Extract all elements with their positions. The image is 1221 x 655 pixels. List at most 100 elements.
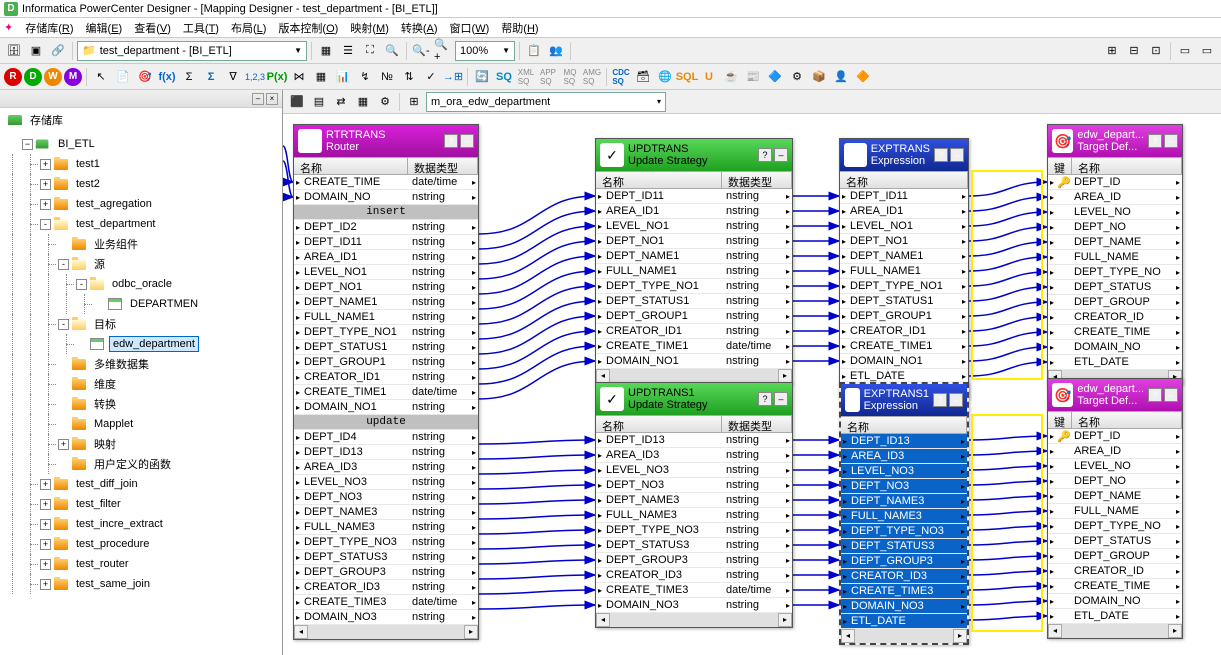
port-row[interactable]: ▸DEPT_TYPE_NO▸ [1048,265,1182,280]
menu-item[interactable]: 版本控制(O) [272,18,344,38]
port-row[interactable]: ▸DOMAIN_NO▸ [1048,340,1182,355]
port-row[interactable]: ▸DEPT_STATUS▸ [1048,534,1182,549]
tb-link-icon[interactable]: 🔗 [48,41,68,61]
tree-item[interactable]: 转换 [4,394,282,414]
tree-item[interactable]: +test_diff_join [4,474,282,494]
port-row[interactable]: ▸FULL_NAME▸ [1048,250,1182,265]
menu-item[interactable]: 窗口(W) [444,18,496,38]
port-row[interactable]: ▸DEPT_NO▸ [1048,220,1182,235]
scroll-right-icon[interactable]: ▸ [778,613,792,627]
port-row[interactable]: ▸LEVEL_NO3▸ [841,464,967,479]
trans-exptrans[interactable]: fxEXPTRANSExpression?–名称▸DEPT_ID11▸▸AREA… [839,138,969,399]
trans-min-icon[interactable]: – [949,393,963,407]
trans-min-icon[interactable]: – [460,134,474,148]
port-row[interactable]: ▸LEVEL_NO1nstring▸ [596,219,792,234]
port-row[interactable]: ▸DEPT_STATUS3▸ [841,539,967,554]
port-row[interactable]: ▸CREATE_TIMEdate/time▸ [294,175,478,190]
scroll-left-icon[interactable]: ◂ [1048,624,1062,638]
port-row[interactable]: ▸DEPT_STATUS▸ [1048,280,1182,295]
port-row[interactable]: ▸DEPT_TYPE_NO3nstring▸ [596,523,792,538]
port-row[interactable]: ▸DOMAIN_NO1▸ [840,354,968,369]
port-row[interactable]: ▸CREATOR_ID3nstring▸ [294,580,478,595]
port-row[interactable]: ▸DEPT_STATUS3nstring▸ [294,550,478,565]
port-row[interactable]: ▸DOMAIN_NOnstring▸ [294,190,478,205]
port-row[interactable]: ▸DOMAIN_NO1nstring▸ [294,400,478,415]
tb-java-icon[interactable]: ☕ [721,67,741,87]
port-row[interactable]: ▸DEPT_NAME▸ [1048,489,1182,504]
tb-refresh-icon[interactable]: 🔄 [472,67,492,87]
tree-item[interactable]: 维度 [4,374,282,394]
port-row[interactable]: ▸DEPT_TYPE_NO3nstring▸ [294,535,478,550]
trans-target2[interactable]: 🎯edw_depart...Target Def...?–键名称▸🔑DEPT_I… [1047,378,1183,639]
tree-item[interactable]: +test_procedure [4,534,282,554]
canvas-mapping-combo[interactable]: m_ora_edw_department ▾ [426,92,666,112]
port-row[interactable]: ▸DEPT_GROUP▸ [1048,549,1182,564]
port-row[interactable]: ▸LEVEL_NO▸ [1048,205,1182,220]
port-row[interactable]: ▸DEPT_GROUP3▸ [841,554,967,569]
ct-gear-icon[interactable]: ⚙ [375,92,395,112]
port-row[interactable]: ▸DEPT_GROUP3nstring▸ [596,553,792,568]
zoom-combo[interactable]: 100% ▼ [455,41,515,61]
tb-fx-icon[interactable]: f(x) [157,67,177,87]
port-row[interactable]: insert [294,205,478,220]
port-row[interactable]: ▸DEPT_NO3nstring▸ [596,478,792,493]
tb-filter-icon[interactable]: ∇ [223,67,243,87]
port-row[interactable]: ▸CREATOR_ID▸ [1048,564,1182,579]
tb-repo-icon[interactable]: 🗄 [4,41,24,61]
tree-item[interactable]: +映射 [4,434,282,454]
port-row[interactable]: ▸FULL_NAME▸ [1048,504,1182,519]
tb-zoomin-icon[interactable]: 🔍+ [433,41,453,61]
port-row[interactable]: ▸CREATE_TIME3date/time▸ [596,583,792,598]
trans-help-icon[interactable]: ? [758,392,772,406]
port-row[interactable]: ▸AREA_ID1nstring▸ [596,204,792,219]
scroll-left-icon[interactable]: ◂ [294,625,308,639]
port-row[interactable]: ▸CREATE_TIME1date/time▸ [596,339,792,354]
tb-cdc-icon[interactable]: CDCSQ [611,67,631,87]
tb-cursor-icon[interactable]: ↖ [91,67,111,87]
scroll-left-icon[interactable]: ◂ [841,629,855,643]
tree-item[interactable]: +test_filter [4,494,282,514]
tb-mq-icon[interactable]: MQSQ [560,67,580,87]
port-row[interactable]: ▸ETL_DATE▸ [1048,355,1182,370]
tree-item[interactable]: -源 [4,254,282,274]
menu-item[interactable]: 转换(A) [395,18,444,38]
tree-item[interactable]: 业务组件 [4,234,282,254]
port-row[interactable]: ▸ETL_DATE▸ [1048,609,1182,624]
tree-item[interactable]: -odbc_oracle [4,274,282,294]
menu-item[interactable]: 编辑(E) [80,18,129,38]
trans-help-icon[interactable]: ? [1148,388,1162,402]
port-row[interactable]: ▸DEPT_ID13nstring▸ [596,433,792,448]
port-row[interactable]: ▸DEPT_NAME3nstring▸ [294,505,478,520]
tb-sort-icon[interactable]: ⇅ [399,67,419,87]
port-row[interactable]: ▸CREATOR_ID▸ [1048,310,1182,325]
repo-tree[interactable]: − BI_ETL +test1+test2+test_agregation-te… [0,132,282,655]
tree-item[interactable]: +test_incre_extract [4,514,282,534]
port-row[interactable]: ▸CREATE_TIME1▸ [840,339,968,354]
scroll-right-icon[interactable]: ▸ [953,629,967,643]
port-row[interactable]: ▸DEPT_TYPE_NO1nstring▸ [596,279,792,294]
tb-m-icon[interactable]: M [64,68,82,86]
scroll-right-icon[interactable]: ▸ [778,369,792,383]
port-row[interactable]: ▸FULL_NAME1▸ [840,264,968,279]
port-row[interactable]: ▸🔑DEPT_ID▸ [1048,175,1182,190]
tb-norm-icon[interactable]: ▦ [311,67,331,87]
tb-md-icon[interactable]: 🔷 [765,67,785,87]
trans-help-icon[interactable]: ? [444,134,458,148]
tb-app-icon[interactable]: APPSQ [538,67,558,87]
sidebar-close-icon[interactable]: × [266,93,278,105]
tb-d-icon[interactable]: D [24,68,42,86]
tb-a5-icon[interactable]: ▭ [1197,41,1217,61]
trans-help-icon[interactable]: ? [933,393,947,407]
tb-sql-icon[interactable]: SQL [677,67,697,87]
tb-db-icon[interactable]: 🗃 [633,67,653,87]
port-row[interactable]: ▸CREATE_TIME▸ [1048,579,1182,594]
ct-stack-icon[interactable]: ▤ [309,92,329,112]
scroll-right-icon[interactable]: ▸ [1168,624,1182,638]
menu-item[interactable]: 查看(V) [128,18,177,38]
trans-updtrans[interactable]: ✓UPDTRANSUpdate Strategy?–名称数据类型▸DEPT_ID… [595,138,793,384]
port-row[interactable]: update [294,415,478,430]
ct-arrange-icon[interactable]: ⬛ [287,92,307,112]
tb-people-icon[interactable]: 👥 [546,41,566,61]
port-row[interactable]: ▸DOMAIN_NO3nstring▸ [596,598,792,613]
trans-exptrans1[interactable]: fxEXPTRANS1Expression?–名称▸DEPT_ID13▸▸ARE… [839,382,969,645]
